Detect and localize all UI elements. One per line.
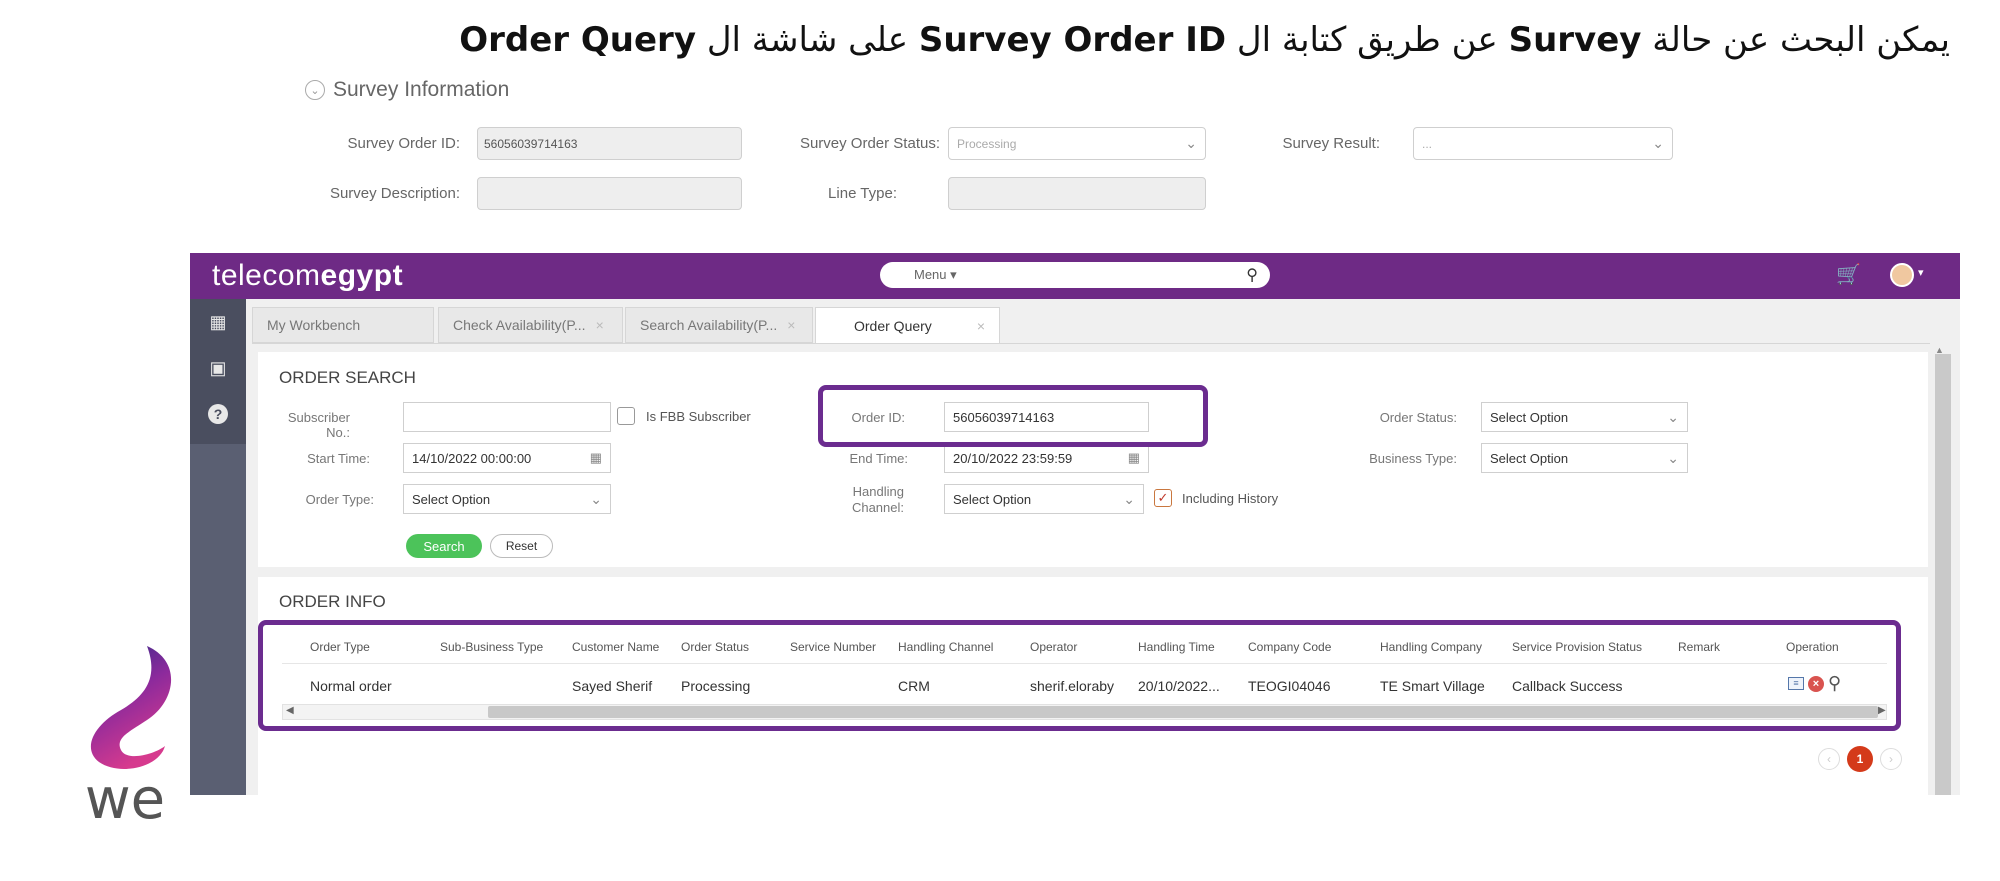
help-icon[interactable]: ? [190, 391, 246, 437]
telecom-egypt-logo[interactable]: telecomegypt [212, 259, 403, 293]
tab-search-availability[interactable]: Search Availability(P... × [625, 307, 813, 343]
order-type-select[interactable]: Select Option ⌄ [403, 484, 611, 514]
handling-channel-label: Handling Channel: [820, 484, 904, 516]
tab-order-query[interactable]: Order Query × [815, 307, 1000, 344]
survey-result-select[interactable]: ... ⌄ [1413, 127, 1673, 160]
survey-order-status-value: Processing [957, 136, 1017, 151]
order-status-select[interactable]: Select Option ⌄ [1481, 402, 1688, 432]
heading-keyword-survey-order-id: Survey Order ID [918, 20, 1227, 60]
handling-channel-label-line2: Channel: [851, 500, 904, 515]
menu-dropdown-label[interactable]: Menu ▾ [914, 267, 957, 283]
tab-label: Order Query [854, 317, 932, 334]
order-type-value: Select Option [412, 491, 491, 507]
subscriber-no-input[interactable] [403, 402, 611, 432]
close-icon[interactable]: × [787, 317, 795, 333]
tab-label: My Workbench [267, 317, 361, 333]
business-type-label: Business Type: [1369, 451, 1457, 466]
tab-label: Search Availability(P... [640, 317, 778, 333]
tab-label: Check Availability(P... [453, 317, 586, 333]
search-button[interactable]: Search [406, 534, 482, 558]
prev-page-button[interactable]: ‹ [1818, 748, 1840, 770]
start-time-value: 14/10/2022 00:00:00 [412, 450, 532, 466]
order-type-label: Order Type: [305, 492, 374, 507]
handling-channel-label-line1: Handling [852, 484, 904, 499]
vertical-scrollbar[interactable] [1935, 354, 1951, 795]
view-icon[interactable]: ▣ [190, 345, 246, 391]
next-page-button[interactable]: › [1880, 748, 1902, 770]
calendar-icon[interactable]: ▦ [590, 450, 602, 466]
subscriber-no-label: Subscriber No.: [287, 410, 350, 440]
instruction-heading: يمكن البحث عن حالة Survey عن طريق كتابة … [459, 20, 1950, 60]
tab-my-workbench[interactable]: My Workbench [252, 307, 434, 343]
handling-channel-value: Select Option [953, 491, 1032, 507]
survey-result-label: Survey Result: [1282, 135, 1380, 152]
logo-text-bold: egypt [320, 259, 404, 292]
survey-order-id-label: Survey Order ID: [347, 135, 460, 152]
heading-keyword-order-query: Order Query [459, 20, 696, 60]
we-logo: we [85, 646, 172, 830]
close-icon[interactable]: × [596, 317, 604, 333]
heading-text-1: يمكن البحث عن حالة [1652, 20, 1950, 60]
fbb-subscriber-label: Is FBB Subscriber [646, 409, 751, 424]
end-time-value: 20/10/2022 23:59:59 [953, 450, 1073, 466]
logo-text-light: telecom [212, 259, 321, 292]
chevron-down-icon[interactable]: ▾ [1918, 266, 1924, 279]
order-status-label: Order Status: [1379, 410, 1457, 425]
order-info-title: ORDER INFO [279, 592, 386, 611]
heading-text-2: عن طريق كتابة ال [1236, 20, 1498, 60]
close-icon[interactable]: × [977, 318, 985, 334]
including-history-label: Including History [1182, 491, 1279, 506]
dashboard-icon[interactable]: ▦ [190, 299, 246, 345]
survey-order-id-field[interactable]: 56056039714163 [477, 127, 742, 160]
menu-search-bar[interactable]: Menu ▾ ⚲ [880, 262, 1270, 288]
heading-text-3: على شاشة ال [706, 20, 909, 60]
cart-icon[interactable]: 🛒 [1836, 262, 1861, 287]
fbb-subscriber-checkbox[interactable] [617, 407, 635, 425]
line-type-field[interactable] [948, 177, 1206, 210]
survey-description-label: Survey Description: [329, 185, 460, 202]
end-time-input[interactable]: 20/10/2022 23:59:59 ▦ [944, 443, 1149, 473]
order-info-highlight [258, 620, 1901, 731]
calendar-icon[interactable]: ▦ [1128, 450, 1140, 466]
tab-divider [252, 343, 1930, 344]
heading-keyword-survey: Survey [1508, 20, 1642, 60]
business-type-select[interactable]: Select Option ⌄ [1481, 443, 1688, 473]
including-history-checkbox[interactable]: ✓ [1154, 489, 1172, 507]
side-nav-icons: ▦ ▣ ? [190, 299, 246, 444]
order-status-value: Select Option [1490, 409, 1569, 425]
end-time-label: End Time: [849, 451, 908, 466]
chevron-down-icon: ⌄ [1667, 449, 1679, 466]
business-type-value: Select Option [1490, 450, 1569, 466]
collapse-icon[interactable]: ⌄ [305, 80, 325, 100]
survey-description-field[interactable] [477, 177, 742, 210]
survey-order-status-select[interactable]: Processing ⌄ [948, 127, 1206, 160]
chevron-down-icon: ⌄ [1667, 408, 1679, 425]
handling-channel-select[interactable]: Select Option ⌄ [944, 484, 1144, 514]
user-avatar[interactable] [1890, 263, 1914, 287]
start-time-input[interactable]: 14/10/2022 00:00:00 ▦ [403, 443, 611, 473]
survey-section-title: Survey Information [333, 78, 510, 101]
chevron-down-icon: ⌄ [1123, 490, 1135, 507]
chevron-down-icon: ⌄ [1652, 135, 1664, 151]
reset-button[interactable]: Reset [490, 534, 553, 558]
checkmark-icon: ✓ [1157, 490, 1169, 505]
chevron-down-icon: ⌄ [590, 490, 602, 507]
order-id-highlight [818, 385, 1208, 447]
page-current[interactable]: 1 [1847, 746, 1873, 772]
start-time-label: Start Time: [307, 451, 370, 466]
survey-result-value: ... [1422, 136, 1433, 151]
order-search-title: ORDER SEARCH [279, 368, 416, 387]
survey-order-status-label: Survey Order Status: [799, 135, 940, 152]
we-logo-text: we [85, 767, 165, 830]
search-icon[interactable]: ⚲ [1246, 265, 1258, 285]
survey-section-header[interactable]: ⌄ Survey Information [305, 78, 509, 102]
tab-check-availability[interactable]: Check Availability(P... × [438, 307, 623, 343]
line-type-label: Line Type: [828, 185, 897, 202]
chevron-down-icon: ⌄ [1185, 135, 1197, 151]
